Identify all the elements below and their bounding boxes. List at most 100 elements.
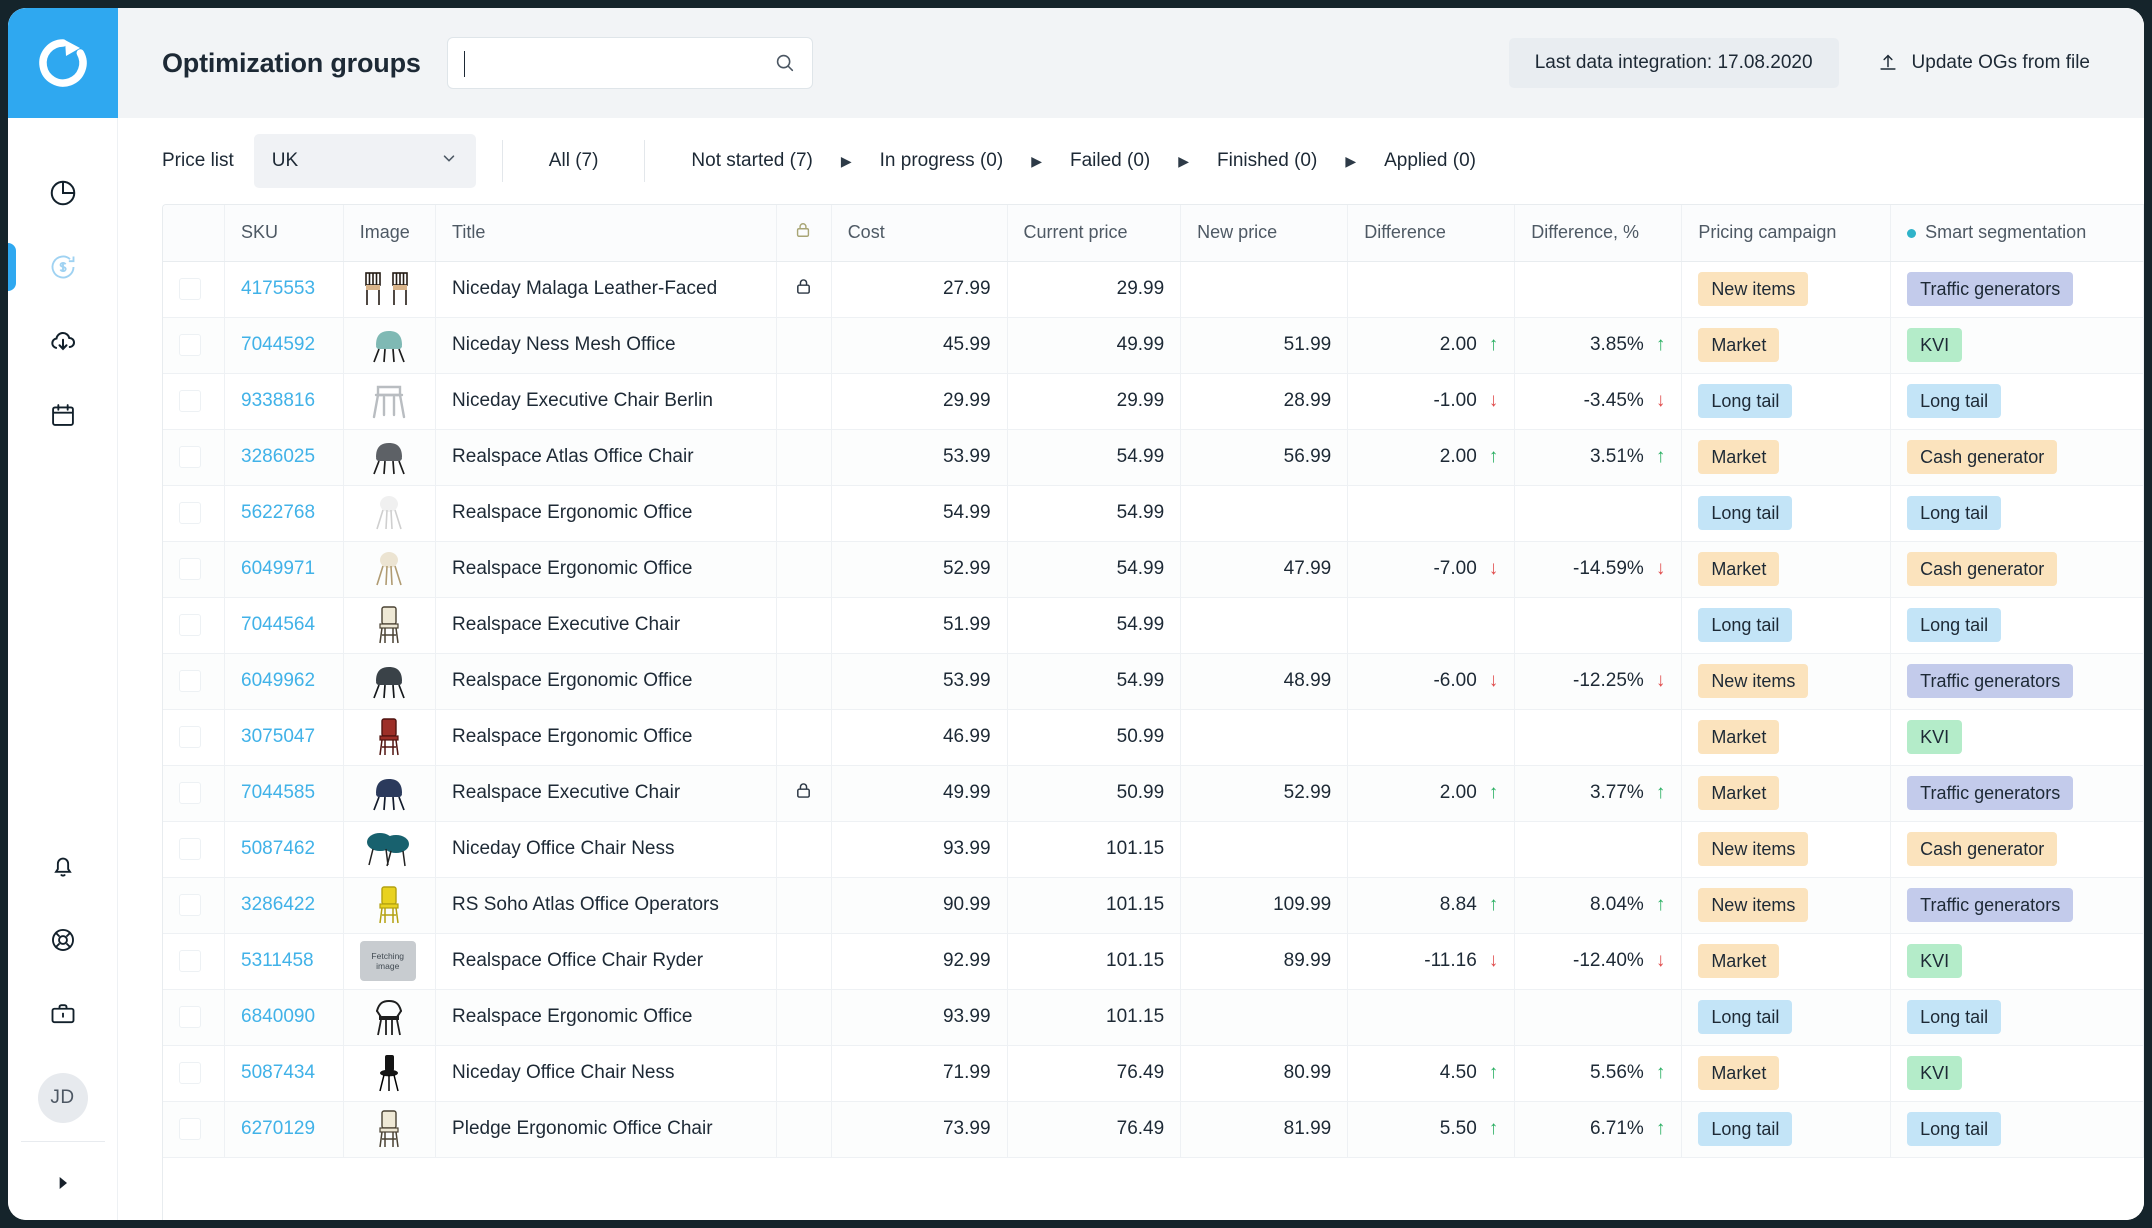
row-checkbox-cell[interactable]	[163, 261, 225, 317]
cell-sku[interactable]: 5087462	[225, 821, 344, 877]
cell-lock[interactable]	[776, 821, 831, 877]
cell-sku[interactable]: 6049962	[225, 653, 344, 709]
th-new-price[interactable]: New price	[1181, 205, 1348, 261]
sku-link[interactable]: 5311458	[241, 950, 314, 971]
cell-new-price[interactable]	[1181, 597, 1348, 653]
row-checkbox[interactable]	[179, 670, 201, 692]
row-checkbox[interactable]	[179, 558, 201, 580]
table-row[interactable]: 6049962 Realspace Ergonomic Office 53.99…	[163, 653, 2144, 709]
cell-new-price[interactable]: 52.99	[1181, 765, 1348, 821]
search-icon[interactable]	[774, 52, 796, 74]
cell-sku[interactable]: 7044592	[225, 317, 344, 373]
th-image[interactable]: Image	[343, 205, 435, 261]
cell-new-price[interactable]: 81.99	[1181, 1101, 1348, 1157]
row-checkbox[interactable]	[179, 782, 201, 804]
cell-lock[interactable]	[776, 765, 831, 821]
sku-link[interactable]: 9338816	[241, 390, 315, 411]
cell-new-price[interactable]: 56.99	[1181, 429, 1348, 485]
row-checkbox-cell[interactable]	[163, 373, 225, 429]
cell-new-price[interactable]: 51.99	[1181, 317, 1348, 373]
th-difference-pct[interactable]: Difference, %	[1515, 205, 1682, 261]
sku-link[interactable]: 5087462	[241, 838, 315, 859]
sku-link[interactable]: 7044585	[241, 782, 315, 803]
cell-new-price[interactable]	[1181, 485, 1348, 541]
row-checkbox-cell[interactable]	[163, 709, 225, 765]
table-row[interactable]: 6270129 Pledge Ergonomic Office Chair 73…	[163, 1101, 2144, 1157]
cell-new-price[interactable]: 80.99	[1181, 1045, 1348, 1101]
cell-lock[interactable]	[776, 373, 831, 429]
sku-link[interactable]: 5622768	[241, 502, 315, 523]
th-smart-segmentation[interactable]: Smart segmentation	[1891, 205, 2144, 261]
table-row[interactable]: 6840090 Realspace Ergonomic Office 93.99…	[163, 989, 2144, 1045]
cell-lock[interactable]	[776, 1101, 831, 1157]
table-row[interactable]: 7044564 Realspace Executive Chair 51.99 …	[163, 597, 2144, 653]
cell-lock[interactable]	[776, 429, 831, 485]
cell-sku[interactable]: 6840090	[225, 989, 344, 1045]
cell-sku[interactable]: 6049971	[225, 541, 344, 597]
cell-sku[interactable]: 9338816	[225, 373, 344, 429]
th-sku[interactable]: SKU	[225, 205, 344, 261]
cell-new-price[interactable]	[1181, 261, 1348, 317]
table-row[interactable]: 5311458 Fetchingimage Realspace Office C…	[163, 933, 2144, 989]
sidebar-item-calendar[interactable]	[8, 378, 117, 452]
table-row[interactable]: 3286422 RS Soho Atlas Office Operators 9…	[163, 877, 2144, 933]
lock-icon[interactable]	[793, 780, 814, 801]
th-pricing-campaign[interactable]: Pricing campaign	[1682, 205, 1891, 261]
row-checkbox-cell[interactable]	[163, 989, 225, 1045]
row-checkbox-cell[interactable]	[163, 1101, 225, 1157]
cell-sku[interactable]: 3075047	[225, 709, 344, 765]
table-row[interactable]: 6049971 Realspace Ergonomic Office 52.99…	[163, 541, 2144, 597]
table-row[interactable]: 7044592 Niceday Ness Mesh Office 45.99 4…	[163, 317, 2144, 373]
row-checkbox-cell[interactable]	[163, 317, 225, 373]
avatar[interactable]: JD	[38, 1073, 88, 1123]
row-checkbox[interactable]	[179, 1006, 201, 1028]
table-row[interactable]: 5622768 Realspace Ergonomic Office 54.99…	[163, 485, 2144, 541]
cell-new-price[interactable]: 89.99	[1181, 933, 1348, 989]
table-row[interactable]: 5087462 Niceday Office Chair Ness 93.99 …	[163, 821, 2144, 877]
row-checkbox[interactable]	[179, 278, 201, 300]
row-checkbox-cell[interactable]	[163, 1045, 225, 1101]
cell-sku[interactable]: 5311458	[225, 933, 344, 989]
search-input[interactable]	[464, 52, 774, 74]
row-checkbox[interactable]	[179, 502, 201, 524]
row-checkbox[interactable]	[179, 390, 201, 412]
th-cost[interactable]: Cost	[831, 205, 1007, 261]
sidebar-item-pricing[interactable]	[8, 230, 117, 304]
sku-link[interactable]: 6270129	[241, 1118, 315, 1139]
th-current-price[interactable]: Current price	[1007, 205, 1181, 261]
cell-new-price[interactable]	[1181, 989, 1348, 1045]
row-checkbox[interactable]	[179, 950, 201, 972]
cell-lock[interactable]	[776, 709, 831, 765]
cell-lock[interactable]	[776, 597, 831, 653]
cell-lock[interactable]	[776, 541, 831, 597]
row-checkbox-cell[interactable]	[163, 429, 225, 485]
th-difference[interactable]: Difference	[1348, 205, 1515, 261]
cell-lock[interactable]	[776, 485, 831, 541]
cell-sku[interactable]: 7044564	[225, 597, 344, 653]
table-row[interactable]: 4175553 Niceday Malaga Leather-Faced 27.…	[163, 261, 2144, 317]
sku-link[interactable]: 3075047	[241, 726, 315, 747]
cell-new-price[interactable]: 28.99	[1181, 373, 1348, 429]
sku-link[interactable]: 5087434	[241, 1062, 315, 1083]
row-checkbox-cell[interactable]	[163, 485, 225, 541]
sidebar-item-notifications[interactable]	[8, 829, 117, 903]
row-checkbox-cell[interactable]	[163, 653, 225, 709]
sidebar-collapse-button[interactable]	[8, 1156, 117, 1210]
table-row[interactable]: 5087434 Niceday Office Chair Ness 71.99 …	[163, 1045, 2144, 1101]
cell-sku[interactable]: 3286422	[225, 877, 344, 933]
tab-applied[interactable]: Applied (0)	[1364, 150, 1496, 172]
row-checkbox-cell[interactable]	[163, 765, 225, 821]
table-row[interactable]: 9338816 Niceday Executive Chair Berlin 2…	[163, 373, 2144, 429]
sku-link[interactable]: 3286025	[241, 446, 315, 467]
sku-link[interactable]: 6049962	[241, 670, 315, 691]
row-checkbox-cell[interactable]	[163, 821, 225, 877]
lock-icon[interactable]	[793, 276, 814, 297]
table-row[interactable]: 3286025 Realspace Atlas Office Chair 53.…	[163, 429, 2144, 485]
row-checkbox[interactable]	[179, 446, 201, 468]
price-list-select[interactable]: UK	[254, 134, 476, 188]
table-row[interactable]: 7044585 Realspace Executive Chair 49.99 …	[163, 765, 2144, 821]
cell-sku[interactable]: 5087434	[225, 1045, 344, 1101]
row-checkbox[interactable]	[179, 1118, 201, 1140]
row-checkbox[interactable]	[179, 614, 201, 636]
th-title[interactable]: Title	[436, 205, 777, 261]
